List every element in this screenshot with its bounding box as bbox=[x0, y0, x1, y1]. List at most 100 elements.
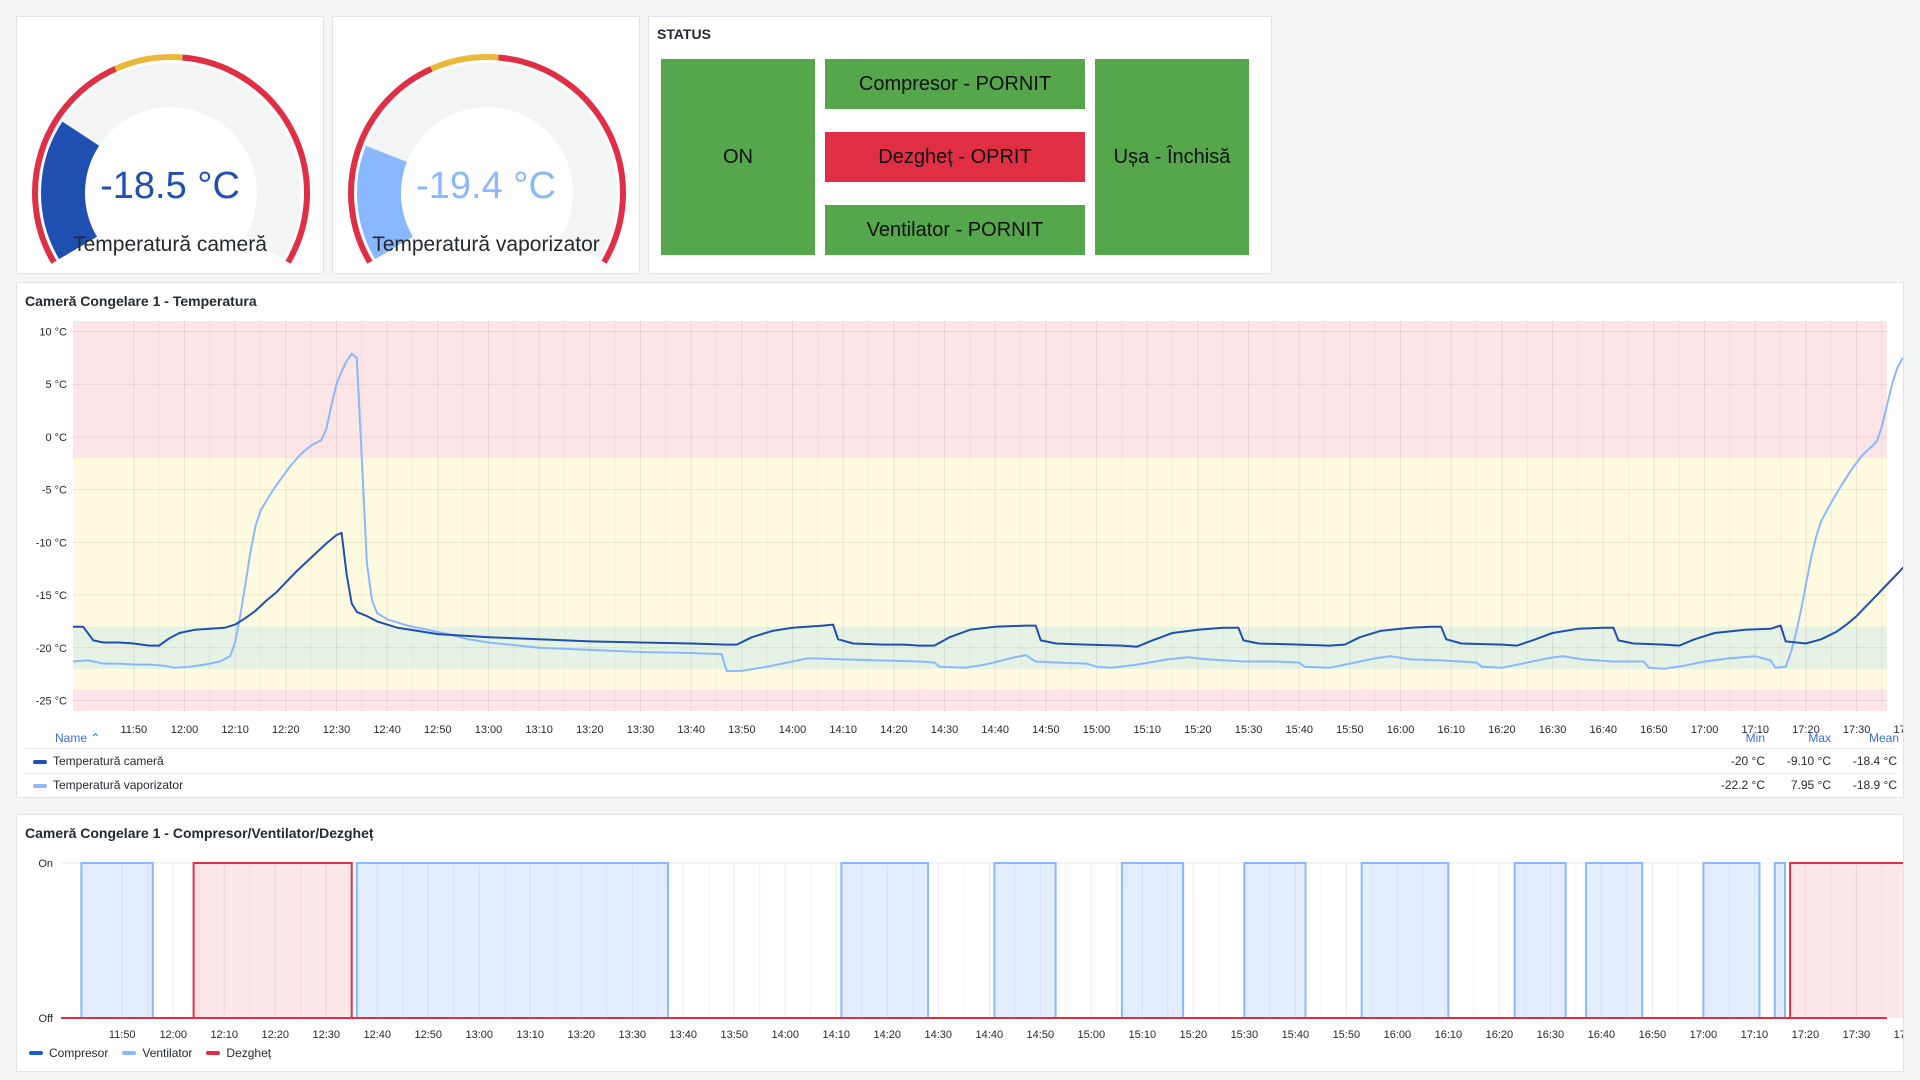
status-title: STATUS bbox=[657, 26, 711, 42]
x-tick-label: 14:10 bbox=[823, 1029, 851, 1041]
x-tick-label: 12:00 bbox=[159, 1029, 187, 1041]
x-tick-label: 15:50 bbox=[1333, 1029, 1361, 1041]
series-swatch bbox=[33, 759, 47, 764]
y-tick-label: -20 °C bbox=[36, 643, 67, 655]
x-tick-label: 12:10 bbox=[210, 1029, 238, 1041]
x-tick-label: 17:10 bbox=[1741, 1029, 1769, 1041]
series-swatch bbox=[122, 1051, 137, 1055]
x-tick-label: 14:00 bbox=[772, 1029, 800, 1041]
x-tick-label: 15:10 bbox=[1129, 1029, 1157, 1041]
x-tick-label: 17:00 bbox=[1690, 1029, 1718, 1041]
door-status-tile: Ușa - Închisă bbox=[1095, 59, 1249, 255]
y-tick-label: -10 °C bbox=[36, 537, 67, 549]
x-tick-label: 13:00 bbox=[475, 724, 503, 736]
legend-name: Temperatură cameră bbox=[53, 754, 164, 768]
x-tick-label: 15:50 bbox=[1336, 724, 1364, 736]
legend-item-ventilator[interactable]: Ventilator bbox=[122, 1046, 192, 1060]
state-on-fill bbox=[1361, 863, 1449, 1018]
temperature-panel: Cameră Congelare 1 - Temperatura 10 °C 5 … bbox=[16, 282, 1904, 798]
y-tick-label: -15 °C bbox=[36, 590, 67, 602]
x-tick-label: 13:40 bbox=[677, 724, 705, 736]
legend-header-max[interactable]: Max bbox=[1791, 731, 1831, 745]
x-tick-label: 14:00 bbox=[779, 724, 807, 736]
status-on-tile: ON bbox=[661, 59, 815, 255]
x-tick-label: 15:40 bbox=[1285, 724, 1313, 736]
state-on-fill bbox=[1514, 863, 1566, 1018]
x-tick-label: 16:10 bbox=[1435, 1029, 1463, 1041]
legend-header-mean[interactable]: Mean bbox=[1859, 731, 1899, 745]
x-tick-label: 12:50 bbox=[414, 1029, 442, 1041]
x-tick-label: 12:00 bbox=[171, 724, 199, 736]
y-tick-label: 5 °C bbox=[45, 379, 67, 391]
series-swatch bbox=[29, 1051, 43, 1055]
x-tick-label: 15:30 bbox=[1235, 724, 1263, 736]
state-on-fill bbox=[994, 863, 1056, 1018]
x-tick-label: 13:10 bbox=[516, 1029, 544, 1041]
x-tick-label: 17:20 bbox=[1792, 1029, 1820, 1041]
threshold-band bbox=[73, 321, 1887, 459]
compressor-status-tile: Compresor - PORNIT bbox=[825, 59, 1085, 109]
x-tick-label: 15:20 bbox=[1184, 724, 1212, 736]
x-tick-label: 14:50 bbox=[1032, 724, 1060, 736]
x-tick-label: 13:30 bbox=[618, 1029, 646, 1041]
x-tick-label: 15:30 bbox=[1231, 1029, 1259, 1041]
state-on-fill bbox=[1121, 863, 1184, 1018]
x-tick-label: 13:20 bbox=[567, 1029, 595, 1041]
legend-item-dezghet[interactable]: Dezgheț bbox=[206, 1046, 271, 1060]
x-tick-label: 13:40 bbox=[670, 1029, 698, 1041]
legend-min: -22.2 °C bbox=[1720, 778, 1765, 792]
x-tick-label: 16:00 bbox=[1387, 724, 1415, 736]
x-tick-label: 14:20 bbox=[880, 724, 908, 736]
x-tick-label: 16:40 bbox=[1588, 1029, 1616, 1041]
x-tick-label: 12:30 bbox=[323, 724, 351, 736]
x-tick-label: 13:20 bbox=[576, 724, 604, 736]
threshold-band bbox=[73, 668, 1887, 690]
x-tick-label: 16:20 bbox=[1486, 1029, 1514, 1041]
state-on-fill bbox=[1703, 863, 1760, 1018]
x-tick-label: 14:50 bbox=[1027, 1029, 1055, 1041]
x-tick-label: 16:30 bbox=[1537, 1029, 1565, 1041]
x-tick-label: 16:30 bbox=[1539, 724, 1567, 736]
x-tick-label: 12:10 bbox=[221, 724, 249, 736]
equipment-state-chart: On Off 11:50 12:00 12:10 12:20 12:30 12:40 12:50… bbox=[38, 858, 1904, 1041]
legend-header-min[interactable]: Min bbox=[1725, 731, 1765, 745]
x-tick-label: 12:20 bbox=[272, 724, 300, 736]
series-swatch bbox=[206, 1051, 221, 1055]
state-on-fill bbox=[1244, 863, 1306, 1018]
status-panel: STATUS ON Compresor - PORNIT Dezgheț - O… bbox=[648, 16, 1272, 274]
x-tick-label: 14:40 bbox=[981, 724, 1009, 736]
x-tick-label: 12:30 bbox=[312, 1029, 340, 1041]
x-tick-label: 12:40 bbox=[363, 1029, 391, 1041]
x-tick-label: 17:30 bbox=[1843, 1029, 1871, 1041]
legend-divider bbox=[25, 773, 1895, 774]
x-tick-label: 15:40 bbox=[1282, 1029, 1310, 1041]
state-on-fill bbox=[841, 863, 929, 1018]
x-tick-label: 17:00 bbox=[1691, 724, 1719, 736]
y-tick-label: Off bbox=[39, 1013, 54, 1025]
legend-header-name[interactable]: Name ⌃ bbox=[55, 731, 100, 745]
gauge-label: Temperatură vaporizator bbox=[372, 233, 600, 256]
state-on-fill bbox=[1774, 863, 1785, 1018]
state-on-fill bbox=[356, 863, 668, 1018]
legend-row-camera[interactable]: Temperatură cameră -20 °C -9.10 °C -18.4… bbox=[33, 754, 1897, 772]
x-tick-label: 13:50 bbox=[728, 724, 756, 736]
equipment-state-panel: Cameră Congelare 1 - Compresor/Ventilato… bbox=[16, 814, 1904, 1072]
x-tick-label: 13:10 bbox=[525, 724, 553, 736]
x-tick-label: 14:20 bbox=[874, 1029, 902, 1041]
fan-status-tile: Ventilator - PORNIT bbox=[825, 205, 1085, 255]
x-tick-label: 15:00 bbox=[1078, 1029, 1106, 1041]
legend-mean: -18.9 °C bbox=[1852, 778, 1897, 792]
gauge-panel-vaporizer: -19.4 °C Temperatură vaporizator bbox=[332, 16, 640, 274]
x-tick-label: 14:40 bbox=[976, 1029, 1004, 1041]
x-tick-label: 15:10 bbox=[1133, 724, 1161, 736]
legend-divider bbox=[25, 748, 1895, 749]
y-tick-label: 0 °C bbox=[45, 432, 67, 444]
legend-row-vaporizer[interactable]: Temperatură vaporizator -22.2 °C 7.95 °C… bbox=[33, 778, 1897, 796]
x-tick-label: 17:40 bbox=[1894, 1029, 1904, 1041]
x-tick-label: 14:30 bbox=[931, 724, 959, 736]
x-tick-label: 16:50 bbox=[1640, 724, 1668, 736]
legend-item-compresor[interactable]: Compresor bbox=[29, 1046, 108, 1060]
legend-min: -20 °C bbox=[1730, 754, 1765, 768]
x-tick-label: 16:40 bbox=[1589, 724, 1617, 736]
gauge-value: -18.5 °C bbox=[100, 165, 240, 207]
